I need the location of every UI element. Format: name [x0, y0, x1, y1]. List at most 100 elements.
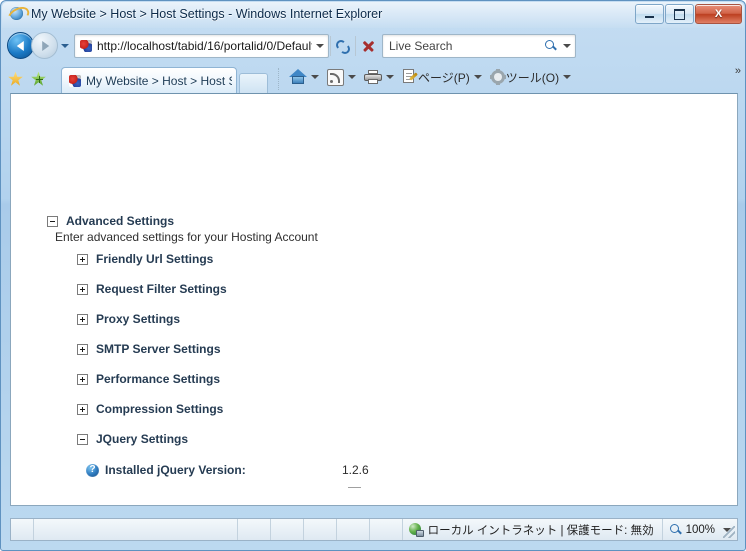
- page-viewport: Advanced Settings Enter advanced setting…: [10, 93, 738, 506]
- maximize-button[interactable]: [665, 4, 694, 24]
- site-favicon-icon: [79, 39, 93, 53]
- command-bar-overflow-button[interactable]: »: [735, 65, 741, 77]
- search-box[interactable]: Live Search: [382, 33, 576, 58]
- chevron-down-icon[interactable]: [348, 75, 356, 79]
- arrow-left-icon: [16, 40, 24, 51]
- section-proxy-settings[interactable]: Proxy Settings: [77, 312, 180, 326]
- expand-icon[interactable]: [77, 313, 88, 325]
- address-bar[interactable]: http://localhost/tabid/16/portalid/0/Def…: [74, 33, 329, 58]
- chevron-down-icon: [61, 43, 69, 48]
- section-performance-settings[interactable]: Performance Settings: [77, 372, 220, 386]
- recent-pages-button[interactable]: [58, 33, 72, 58]
- forward-button[interactable]: [31, 32, 58, 59]
- security-zone-indicator[interactable]: ローカル イントラネット | 保護モード: 無効: [403, 519, 662, 540]
- close-button[interactable]: X: [695, 4, 742, 24]
- arrow-right-icon: [41, 40, 49, 51]
- window-title: My Website > Host > Host Settings - Wind…: [31, 7, 383, 21]
- chevron-down-icon[interactable]: [311, 75, 319, 79]
- section-request-filter-settings-label: Request Filter Settings: [96, 282, 227, 296]
- favorites-center-icon[interactable]: [8, 71, 25, 88]
- page-menu-label: ページ(P): [418, 70, 470, 85]
- page-icon: [402, 69, 418, 85]
- address-dropdown-button[interactable]: [312, 36, 328, 56]
- stop-icon: [361, 39, 375, 53]
- intranet-zone-icon: [408, 522, 424, 537]
- rss-feed-icon: [327, 68, 344, 86]
- search-input[interactable]: Live Search: [389, 39, 543, 53]
- section-friendly-url-settings[interactable]: Friendly Url Settings: [77, 252, 213, 266]
- title-bar: My Website > Host > Host Settings - Wind…: [1, 1, 746, 28]
- maximize-icon: [674, 8, 685, 20]
- chevron-down-icon: [316, 43, 324, 48]
- status-cell: [337, 519, 370, 540]
- section-performance-settings-label: Performance Settings: [96, 372, 221, 386]
- status-cell: [370, 519, 403, 540]
- chevron-down-icon[interactable]: [473, 75, 482, 79]
- divider: [278, 68, 280, 90]
- status-cell: [271, 519, 304, 540]
- navigation-bar: http://localhost/tabid/16/portalid/0/Def…: [2, 28, 746, 63]
- printer-icon: [364, 69, 382, 85]
- back-button[interactable]: [7, 32, 34, 59]
- advanced-settings-description: Enter advanced settings for your Hosting…: [55, 230, 318, 244]
- browser-tab[interactable]: My Website > Host > Host Settings: [61, 67, 237, 93]
- page-document: Advanced Settings Enter advanced setting…: [11, 94, 722, 488]
- section-advanced-settings-label: Advanced Settings: [66, 214, 175, 228]
- section-compression-settings[interactable]: Compression Settings: [77, 402, 223, 416]
- status-cell: [238, 519, 271, 540]
- expand-icon[interactable]: [77, 253, 88, 265]
- status-cell: [11, 519, 34, 540]
- browser-window: My Website > Host > Host Settings - Wind…: [0, 0, 746, 551]
- divider: [330, 35, 331, 56]
- tools-menu-button[interactable]: ツール(O): [488, 66, 577, 88]
- chevron-down-icon[interactable]: [386, 75, 394, 79]
- zoom-icon: [669, 523, 683, 537]
- field-installed-jquery-version-value: 1.2.6: [342, 463, 369, 477]
- status-bar: ローカル イントラネット | 保護モード: 無効 100%: [10, 518, 738, 541]
- collapse-icon[interactable]: [77, 433, 88, 445]
- section-request-filter-settings[interactable]: Request Filter Settings: [77, 282, 227, 296]
- search-icon[interactable]: [543, 38, 559, 54]
- favorites-bar: [2, 65, 59, 93]
- minimize-icon: [645, 15, 654, 18]
- new-tab-button[interactable]: [239, 73, 268, 93]
- collapse-icon[interactable]: [47, 215, 58, 227]
- section-smtp-server-settings[interactable]: SMTP Server Settings: [77, 342, 221, 356]
- status-cell: [304, 519, 337, 540]
- section-jquery-settings[interactable]: JQuery Settings: [77, 432, 188, 446]
- refresh-button[interactable]: [332, 35, 354, 57]
- expand-icon[interactable]: [77, 283, 88, 295]
- add-to-favorites-icon[interactable]: [31, 71, 48, 88]
- expand-icon[interactable]: [77, 343, 88, 355]
- window-controls: X: [634, 4, 742, 24]
- page-menu-button[interactable]: ページ(P): [400, 66, 488, 88]
- section-friendly-url-settings-label: Friendly Url Settings: [96, 252, 214, 266]
- help-icon[interactable]: [86, 463, 99, 477]
- address-url-text: http://localhost/tabid/16/portalid/0/Def…: [97, 38, 312, 53]
- status-cell: [205, 519, 238, 540]
- refresh-icon: [336, 39, 350, 54]
- minimize-button[interactable]: [635, 4, 664, 24]
- internet-explorer-logo-icon: [4, 3, 33, 28]
- chevron-down-icon: [563, 43, 571, 48]
- resize-grip[interactable]: [723, 526, 735, 538]
- home-button[interactable]: [287, 66, 325, 88]
- command-bar: ページ(P) ツール(O) »: [287, 63, 746, 93]
- gear-icon: [489, 69, 506, 85]
- stop-button[interactable]: [357, 35, 379, 57]
- section-smtp-server-settings-label: SMTP Server Settings: [96, 342, 221, 356]
- status-spacer: [34, 519, 205, 540]
- feeds-button[interactable]: [325, 66, 362, 88]
- expand-icon[interactable]: [77, 373, 88, 385]
- zoom-level-label: 100%: [685, 523, 715, 536]
- section-jquery-settings-label: JQuery Settings: [96, 432, 189, 446]
- search-provider-dropdown[interactable]: [559, 36, 575, 56]
- security-zone-label: ローカル イントラネット | 保護モード: 無効: [427, 524, 654, 537]
- chevron-down-icon[interactable]: [563, 75, 572, 79]
- field-installed-jquery-version: Installed jQuery Version:: [86, 463, 246, 477]
- section-advanced-settings[interactable]: Advanced Settings: [47, 214, 174, 228]
- section-compression-settings-label: Compression Settings: [96, 402, 224, 416]
- tab-title: My Website > Host > Host Settings: [86, 73, 232, 88]
- print-button[interactable]: [362, 66, 400, 88]
- expand-icon[interactable]: [77, 403, 88, 415]
